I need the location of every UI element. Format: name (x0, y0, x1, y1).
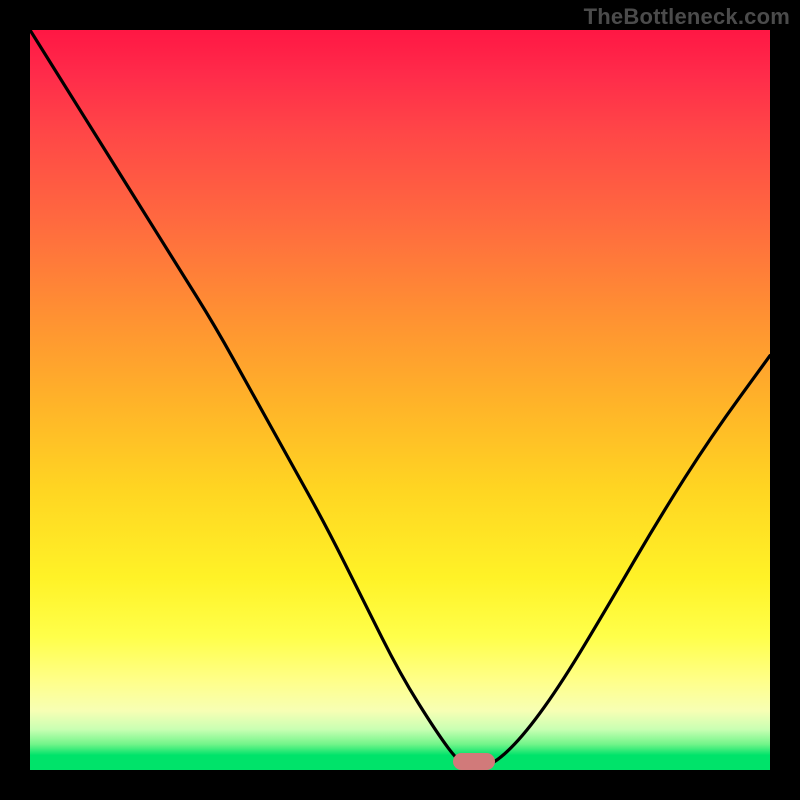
bottleneck-curve-path (30, 30, 770, 768)
watermark-text: TheBottleneck.com (584, 4, 790, 30)
curve-svg (30, 30, 770, 770)
optimum-marker (453, 753, 495, 770)
chart-frame: TheBottleneck.com (0, 0, 800, 800)
plot-area (30, 30, 770, 770)
